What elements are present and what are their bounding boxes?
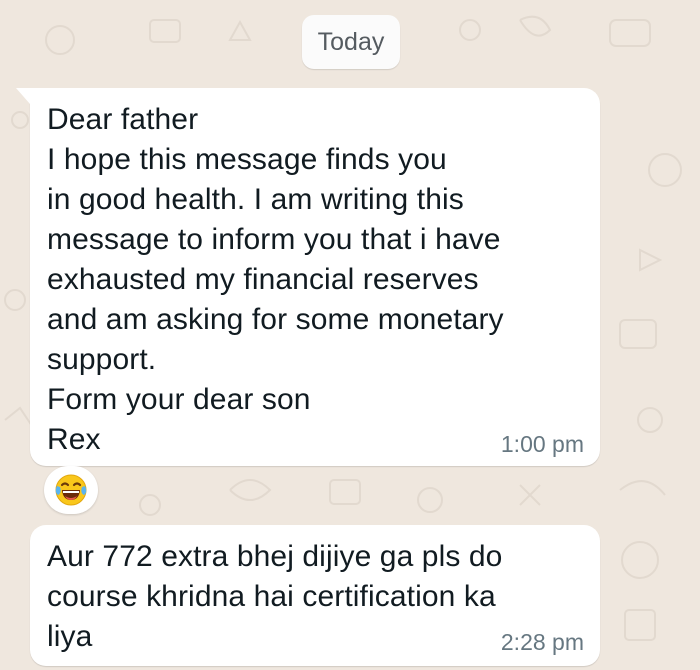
message-line: Form your dear son (47, 383, 311, 416)
message-bubble-incoming[interactable]: Aur 772 extra bhej dijiye ga pls do cour… (30, 525, 600, 666)
message-line: support. (47, 343, 157, 376)
date-chip: Today (302, 15, 400, 69)
laughing-with-tears-emoji-icon (55, 474, 87, 506)
message-timestamp: 1:00 pm (500, 431, 584, 457)
message-line: Aur 772 extra bhej dijiye ga pls do (47, 540, 503, 573)
message-reaction[interactable] (44, 466, 98, 514)
message-line: course khridna hai certification ka (47, 580, 496, 613)
message-line: message to inform you that i have (47, 223, 501, 256)
message-line: Rex (47, 423, 101, 456)
message-line: I hope this message finds you (47, 143, 447, 176)
message-bubble-incoming[interactable]: Dear father I hope this message finds yo… (16, 88, 600, 466)
message-line: Dear father (47, 103, 199, 136)
message-line: exhausted my financial reserves (47, 263, 479, 296)
date-chip-label: Today (317, 27, 385, 56)
bubble-tail (16, 88, 30, 104)
message-line: liya (47, 620, 93, 653)
message-text: Aur 772 extra bhej dijiye ga pls do cour… (47, 537, 502, 657)
message-line: in good health. I am writing this (47, 183, 464, 216)
message-timestamp: 2:28 pm (500, 629, 584, 655)
message-line: and am asking for some monetary (47, 303, 504, 336)
message-text: Dear father I hope this message finds yo… (47, 100, 504, 460)
